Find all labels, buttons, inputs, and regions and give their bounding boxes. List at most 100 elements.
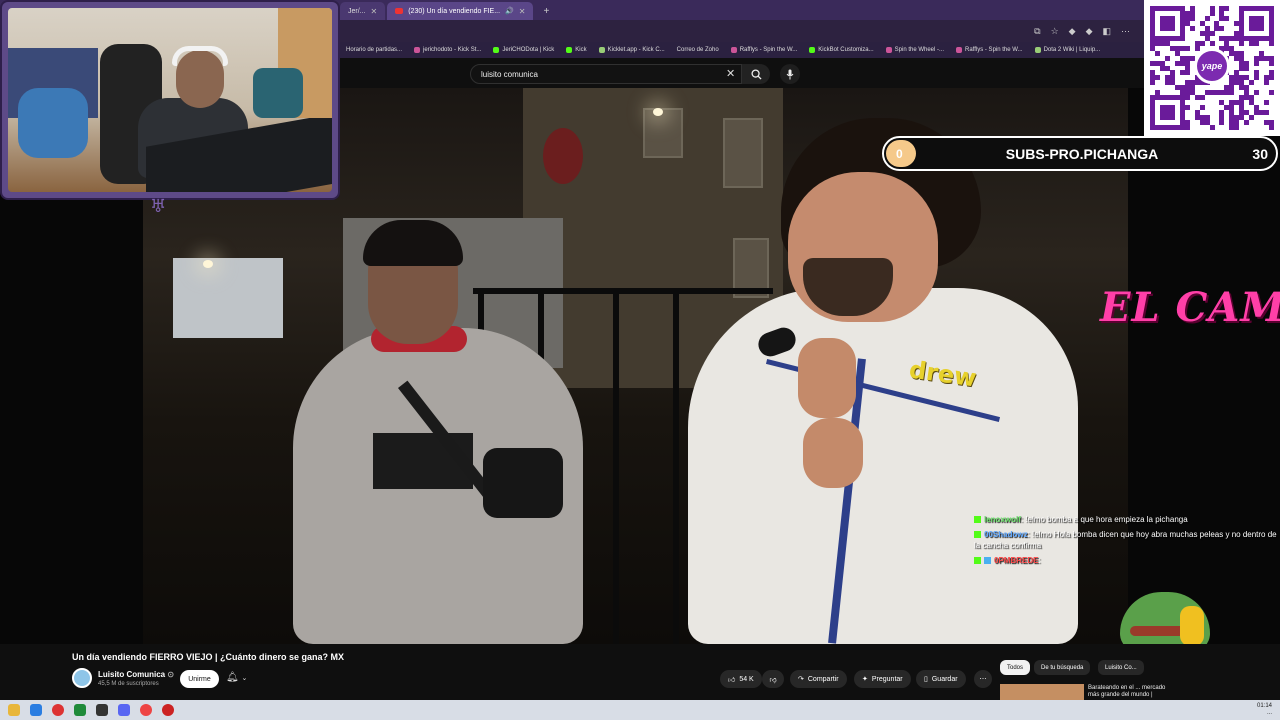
tab-label: (230) Un día vendiendo FIE... (408, 7, 501, 15)
tab-label: Jer/... (348, 7, 366, 15)
extension-icon[interactable]: ◧ (1102, 26, 1111, 37)
new-tab-button[interactable]: + (535, 2, 557, 20)
install-icon[interactable]: ⧉ (1034, 26, 1040, 37)
qr-module (1269, 90, 1275, 96)
steam-icon[interactable] (96, 704, 108, 716)
qr-module (1209, 10, 1215, 16)
search-button[interactable] (742, 64, 770, 84)
join-button[interactable]: Unirme (180, 670, 219, 688)
search-icon (750, 68, 762, 80)
browser-tab[interactable]: Jer/... ✕ (340, 2, 386, 20)
system-clock[interactable]: 01:14... (1257, 703, 1272, 717)
qr-module (1169, 115, 1175, 121)
hand (803, 418, 863, 488)
bookmark[interactable]: Horario de partidas... (346, 47, 402, 53)
chat-message: 0PMBREDE: (974, 555, 1278, 566)
obs-icon[interactable] (162, 704, 174, 716)
crossbody-bag (483, 448, 563, 518)
chat-badge-icon (974, 516, 981, 524)
related-video[interactable]: Barateando en el ... mercado más grande … (1000, 684, 1180, 700)
bell-icon: 🔔︎ (226, 672, 239, 683)
bookmark[interactable]: Spin the Wheel -... (885, 47, 944, 53)
notification-bell-button[interactable]: 🔔︎ ⌄ (226, 672, 247, 683)
bookmark[interactable]: Rafflys - Spin the W... (956, 47, 1023, 53)
qr-module (1244, 65, 1250, 71)
bookmark[interactable]: jerichodoto - Kick St... (414, 47, 481, 53)
bookmark[interactable]: Rafflys - Spin the W... (730, 47, 797, 53)
chrome-icon[interactable] (140, 704, 152, 716)
extension-icon[interactable]: ◆ (1086, 26, 1093, 37)
window (643, 108, 683, 158)
share-button[interactable]: ↷ Compartir (790, 670, 847, 688)
qr-module (1264, 110, 1270, 116)
chat-username: 0PMBREDE (994, 556, 1039, 565)
search-input[interactable]: luisito comunica (470, 64, 742, 84)
qr-module (1169, 25, 1175, 31)
star-icon[interactable]: ☆ (1051, 26, 1059, 37)
qr-module (1259, 25, 1265, 31)
save-button[interactable]: ▯ Guardar (916, 670, 966, 688)
chat-text: : !elmo bomba a que hora empieza la pich… (1020, 515, 1188, 524)
screen: Jer/... ✕ (230) Un día vendiendo FIE... … (0, 0, 1280, 720)
qr-module (1254, 60, 1260, 66)
chat-username: lenoxwolf (984, 515, 1021, 524)
window (723, 118, 763, 188)
related-video-thumbnail[interactable] (1000, 684, 1084, 700)
like-button[interactable]: 👍︎ 54 K (720, 670, 762, 688)
discord-icon[interactable] (118, 704, 130, 716)
qr-module (1209, 125, 1215, 131)
youtube-icon (395, 8, 404, 14)
bookmark[interactable]: Kick (566, 47, 587, 53)
channel-name[interactable]: Luisito Comunica ⊙ (98, 670, 174, 679)
qr-module (1249, 80, 1255, 86)
kick-icon (493, 47, 500, 53)
bookmark-icon (598, 47, 605, 53)
share-icon: ↷ (798, 676, 804, 683)
bookmark[interactable]: Kicklet.app - Kick C... (598, 47, 665, 53)
yape-logo: yape (1194, 48, 1230, 84)
filter-chip-from-search[interactable]: De tu búsqueda (1034, 660, 1091, 675)
qr-module (1184, 105, 1190, 111)
bookmark[interactable]: Correo de Zoho (677, 47, 719, 53)
dislike-button[interactable]: 👎︎ (762, 670, 784, 688)
ask-button[interactable]: ✦ Preguntar (854, 670, 911, 688)
qr-module (1199, 40, 1205, 46)
filter-chip-channel[interactable]: Luisito Co... (1098, 660, 1144, 675)
qr-module (1199, 105, 1205, 111)
record-icon[interactable] (52, 704, 64, 716)
sparkle-icon: ✦ (862, 676, 868, 683)
thumbs-up-icon: 👍︎ (728, 676, 736, 684)
chat-message: 00Shadowz: !elmo Hola bomba dicen que ho… (974, 529, 1278, 551)
channel-avatar[interactable] (72, 668, 92, 688)
voice-search-button[interactable] (780, 64, 800, 84)
bookmark[interactable]: Dota 2 Wiki | Liquip... (1034, 47, 1100, 53)
menu-icon[interactable]: ⋯ (1121, 26, 1130, 37)
close-icon[interactable]: ✕ (519, 7, 526, 16)
qr-module (1209, 30, 1215, 36)
bookmark-icon (414, 47, 421, 53)
chat-message: lenoxwolf: !elmo bomba a que hora empiez… (974, 514, 1278, 525)
headset (172, 46, 228, 66)
qr-module (1239, 40, 1245, 46)
person-jacket (688, 288, 1078, 644)
qr-module (1234, 125, 1240, 131)
bookmark[interactable]: KickBot Customiza... (809, 47, 874, 53)
filter-chip-all[interactable]: Todos (1000, 660, 1031, 675)
bookmark[interactable]: JeriCHODota | Kick (493, 47, 554, 53)
excel-icon[interactable] (74, 704, 86, 716)
more-options-button[interactable]: ⋯ (974, 670, 992, 688)
qr-module (1229, 90, 1235, 96)
clear-icon[interactable]: ✕ (726, 67, 735, 80)
extension-icon[interactable]: ◆ (1069, 26, 1076, 37)
folder-icon[interactable] (8, 704, 20, 716)
kick-icon (809, 47, 816, 53)
browser-tab-active[interactable]: (230) Un día vendiendo FIE... 🔊 ✕ (387, 2, 534, 20)
webcam-feed (8, 8, 332, 192)
related-video-title[interactable]: Barateando en el ... mercado más grande … (1088, 685, 1178, 699)
browser-icon[interactable] (30, 704, 42, 716)
qr-module (1179, 35, 1185, 41)
qr-module (1269, 40, 1275, 46)
close-icon[interactable]: ✕ (371, 7, 378, 16)
qr-code: yape (1144, 0, 1280, 136)
speaker-icon[interactable]: 🔊 (505, 7, 514, 15)
